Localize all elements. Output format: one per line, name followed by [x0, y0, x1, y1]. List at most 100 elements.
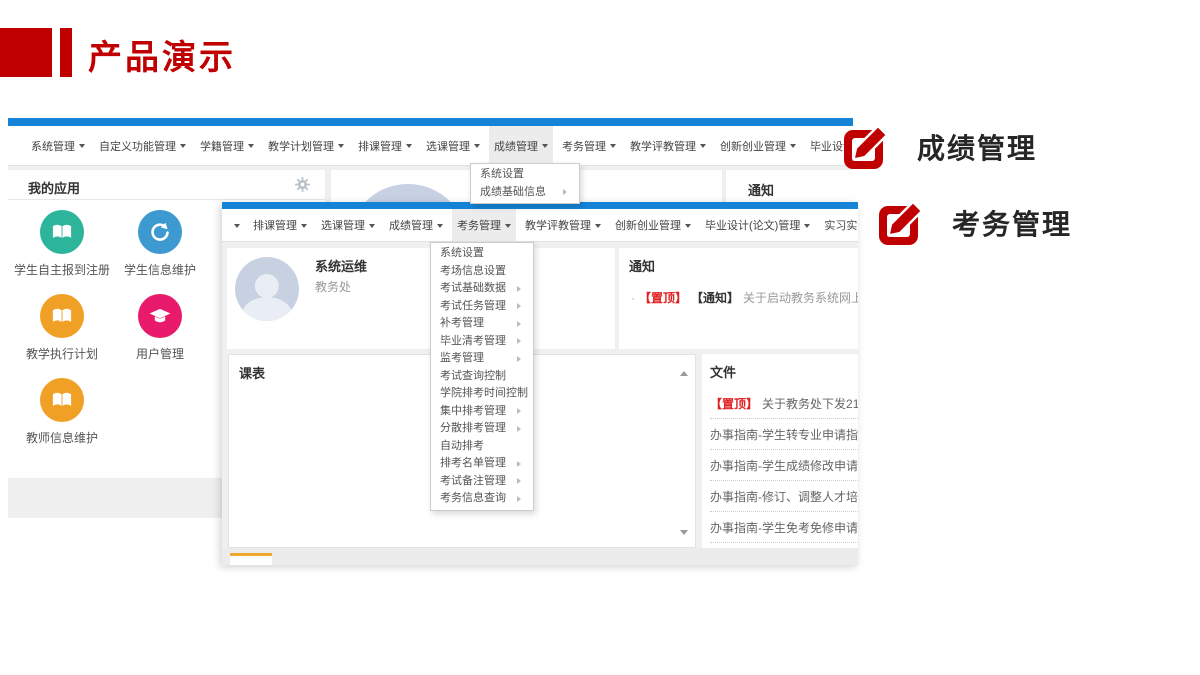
avatar	[235, 257, 299, 321]
file-link-label: 办事指南-修订、调整人才培养方案审批指南	[710, 488, 858, 505]
dropdown-menu-item[interactable]: 考试任务管理	[431, 298, 533, 316]
notice-item[interactable]: · 【置顶】 【通知】 关于启动教务系统网上办理休学和原专业复	[629, 289, 858, 306]
dropdown-menu-item[interactable]: 分散排考管理	[431, 420, 533, 438]
bottom-tab[interactable]	[230, 553, 272, 565]
chevron-down-icon	[790, 144, 796, 151]
dropdown-menu-item[interactable]: 集中排考管理	[431, 403, 533, 421]
nav-menu-item[interactable]: 考务管理	[452, 209, 516, 241]
dropdown-menu-item[interactable]: 补考管理	[431, 315, 533, 333]
app-shortcut[interactable]: 学生自主报到注册	[14, 210, 110, 278]
annotation-label: 成绩管理	[917, 127, 1037, 167]
nav-menu-label: 考务管理	[562, 138, 606, 154]
dropdown-menu-label: 监考管理	[440, 350, 484, 368]
nav-menu-label: 创新创业管理	[615, 217, 681, 233]
file-link[interactable]: 办事指南-学生成绩修改申请（老师申请）指南	[710, 450, 858, 481]
nav-menu-item[interactable]: 实习实训管理	[819, 209, 858, 241]
chevron-right-icon	[517, 408, 524, 414]
nav-menu-item[interactable]: 教学评教管理	[625, 126, 711, 165]
dropdown-menu-label: 成绩基础信息	[480, 184, 546, 202]
slide-title: 产品演示	[88, 30, 236, 79]
open-book-icon	[49, 303, 75, 329]
dropdown-menu-label: 自动排考	[440, 438, 484, 456]
file-link[interactable]: 办事指南-学生免考免修申请指南	[710, 512, 858, 543]
user-department: 教务处	[315, 278, 351, 295]
dropdown-menu-label: 系统设置	[480, 166, 524, 184]
dropdown-menu-label: 排考名单管理	[440, 455, 506, 473]
nav-menu-item[interactable]: 选课管理	[421, 126, 485, 165]
app-shortcut[interactable]: 教学执行计划	[26, 294, 98, 362]
bottom-strip	[222, 548, 858, 565]
nav-menu-label: 创新创业管理	[720, 138, 786, 154]
dropdown-menu-label: 考务信息查询	[440, 490, 506, 508]
clipped-nav-item[interactable]	[224, 209, 246, 241]
nav-menu-label: 成绩管理	[389, 217, 433, 233]
graduation-cap-icon	[147, 303, 173, 329]
notice-panel: 通知 · 【置顶】 【通知】 关于启动教务系统网上办理休学和原专业复	[619, 248, 858, 349]
dropdown-menu-item[interactable]: 考试备注管理	[431, 473, 533, 491]
dropdown-menu-item[interactable]: 考场信息设置	[431, 263, 533, 281]
dropdown-menu-item[interactable]: 监考管理	[431, 350, 533, 368]
scroll-up-icon[interactable]	[680, 367, 688, 376]
chevron-right-icon	[517, 478, 524, 484]
nav-menu-item[interactable]: 学籍管理	[195, 126, 259, 165]
nav-menu-label: 考务管理	[457, 217, 501, 233]
dropdown-menu-item[interactable]: 学院排考时间控制	[431, 385, 533, 403]
nav-menu-item[interactable]: 毕业设计(论文)管理	[700, 209, 815, 241]
notice-badge: 【通知】	[691, 289, 739, 306]
app-icon	[40, 294, 84, 338]
annotation-exams: 考务管理	[878, 200, 1072, 246]
edit-pencil-icon	[878, 200, 924, 246]
chevron-down-icon	[369, 224, 375, 231]
nav-menu-item[interactable]: 选课管理	[316, 209, 380, 241]
file-link[interactable]: 【置顶】 关于教务处下发21项办事指南流程	[710, 388, 858, 419]
dropdown-menu-item[interactable]: 排考名单管理	[431, 455, 533, 473]
my-apps-title: 我的应用	[28, 181, 80, 196]
sync-arrows-icon	[147, 219, 173, 245]
nav-menu-item[interactable]: 排课管理	[248, 209, 312, 241]
nav-menu-item[interactable]: 成绩管理	[489, 126, 553, 165]
pinned-badge: 【置顶】	[710, 395, 758, 412]
nav-menu-item[interactable]: 自定义功能管理	[94, 126, 191, 165]
dropdown-menu-item[interactable]: 系统设置	[431, 245, 533, 263]
screenshot-exams-module: 排课管理 选课管理 成绩管理 考务管理 教学评教管理 创新创业管理 毕业设计(论…	[222, 202, 858, 565]
scroll-down-icon[interactable]	[680, 530, 688, 539]
chevron-down-icon	[338, 144, 344, 151]
nav-menu-item[interactable]: 教学计划管理	[263, 126, 349, 165]
dropdown-menu-item[interactable]: 毕业清考管理	[431, 333, 533, 351]
nav-menu-item[interactable]: 教学评教管理	[520, 209, 606, 241]
dropdown-menu-item[interactable]: 考务信息查询	[431, 490, 533, 508]
user-card: 系统运维 教务处	[227, 248, 615, 349]
chevron-right-icon	[517, 321, 524, 327]
gear-icon[interactable]	[294, 176, 311, 193]
nav-menu-item[interactable]: 创新创业管理	[610, 209, 696, 241]
dropdown-menu-item[interactable]: 考试查询控制	[431, 368, 533, 386]
dropdown-menu-item[interactable]: 成绩基础信息	[471, 184, 579, 202]
file-link[interactable]: 办事指南-学生转专业申请指南	[710, 419, 858, 450]
chevron-down-icon	[700, 144, 706, 151]
edit-pencil-icon	[843, 124, 889, 170]
app-shortcut[interactable]: 学生信息维护	[124, 210, 196, 278]
chevron-down-icon	[474, 144, 480, 151]
app-shortcut[interactable]: 用户管理	[136, 294, 184, 362]
user-name: 系统运维	[315, 256, 367, 275]
dropdown-menu-item[interactable]: 系统设置	[471, 166, 579, 184]
nav-menu-label: 教学评教管理	[525, 217, 591, 233]
notice-bullet: ·	[631, 291, 635, 305]
dropdown-menu-item[interactable]: 自动排考	[431, 438, 533, 456]
dropdown-menu-label: 系统设置	[440, 245, 484, 263]
nav-menu-label: 系统管理	[31, 138, 75, 154]
nav-menu-label: 学籍管理	[200, 138, 244, 154]
files-panel: 文件 【置顶】 关于教务处下发21项办事指南流程 办事指南-学生转专业申请指南 …	[702, 354, 858, 548]
grades-dropdown-menu: 系统设置 成绩基础信息	[470, 163, 580, 204]
nav-menu-item[interactable]: 创新创业管理	[715, 126, 801, 165]
chevron-down-icon	[180, 144, 186, 151]
nav-menu-label: 自定义功能管理	[99, 138, 176, 154]
app-shortcut[interactable]: 教师信息维护	[26, 378, 98, 446]
nav-menu-item[interactable]: 系统管理	[26, 126, 90, 165]
nav-menu-item[interactable]: 排课管理	[353, 126, 417, 165]
file-link[interactable]: 办事指南-修订、调整人才培养方案审批指南	[710, 481, 858, 512]
nav-menu-item[interactable]: 成绩管理	[384, 209, 448, 241]
pinned-badge: 【置顶】	[639, 289, 687, 306]
nav-menu-item[interactable]: 考务管理	[557, 126, 621, 165]
dropdown-menu-item[interactable]: 考试基础数据	[431, 280, 533, 298]
